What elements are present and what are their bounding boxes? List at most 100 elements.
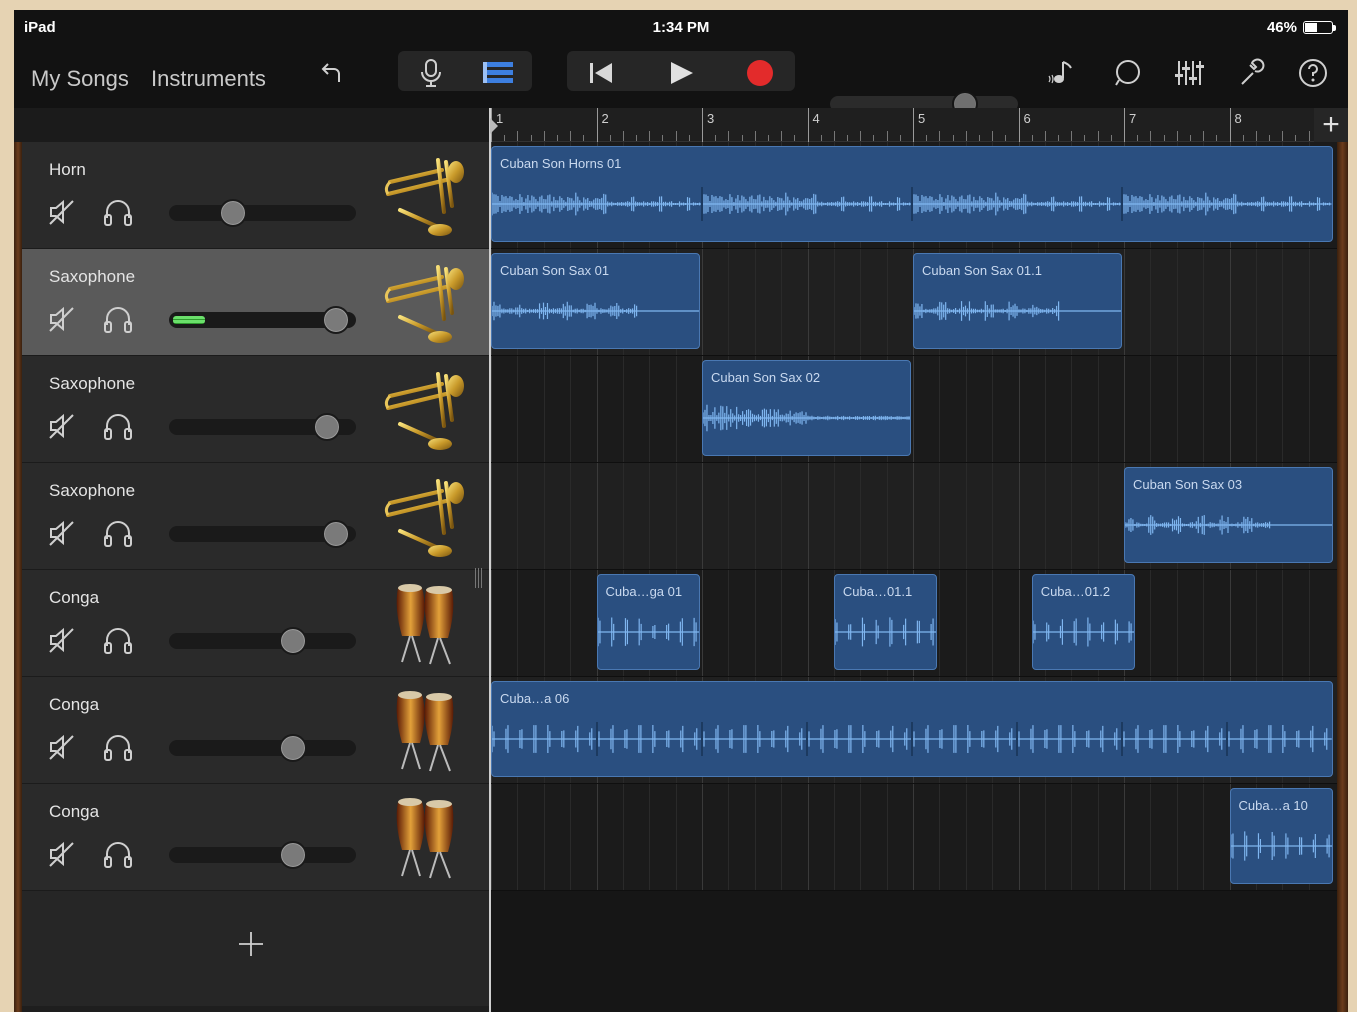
brass-icon[interactable] xyxy=(380,257,470,347)
track-volume-knob[interactable] xyxy=(279,734,308,762)
track-lane[interactable]: Cuban Son Sax 03 xyxy=(489,463,1337,570)
bar-line xyxy=(702,108,703,142)
headphones-icon[interactable] xyxy=(102,838,134,870)
track-volume-slider[interactable] xyxy=(169,199,356,227)
add-track-button[interactable] xyxy=(236,929,266,959)
status-bar: iPad 1:34 PM 46% xyxy=(14,10,1348,44)
track-header-saxophone[interactable]: Saxophone xyxy=(22,249,489,356)
track-lane[interactable]: Cuban Son Horns 01 xyxy=(489,142,1337,249)
brass-icon[interactable] xyxy=(380,471,470,561)
conga-icon[interactable] xyxy=(380,685,470,775)
audio-region[interactable]: Cuba…a 10 xyxy=(1229,788,1333,884)
waveform xyxy=(492,722,1332,756)
track-lane[interactable]: Cuban Son Sax 01 Cuban Son Sax 01.1 xyxy=(489,249,1337,356)
mute-icon[interactable] xyxy=(47,304,77,334)
brass-icon[interactable] xyxy=(380,364,470,454)
playhead[interactable] xyxy=(489,108,498,1012)
region-name: Cuba…01.1 xyxy=(842,584,913,599)
track-header-conga[interactable]: Conga xyxy=(22,570,489,677)
garageband-window: iPad 1:34 PM 46% My Songs Instruments Ho… xyxy=(14,10,1348,1012)
audio-region[interactable]: Cuban Son Sax 01 xyxy=(491,253,700,349)
mute-icon[interactable] xyxy=(47,625,77,655)
track-header-saxophone[interactable]: Saxophone xyxy=(22,356,489,463)
track-volume-slider[interactable] xyxy=(169,627,356,655)
track-volume-knob[interactable] xyxy=(322,306,351,334)
waveform xyxy=(492,301,699,321)
track-volume-knob[interactable] xyxy=(322,520,351,548)
headphones-icon[interactable] xyxy=(102,410,134,442)
mute-icon[interactable] xyxy=(47,518,77,548)
bar-line xyxy=(1124,108,1125,142)
track-header-horn[interactable]: Horn xyxy=(22,142,489,249)
track-volume-slider[interactable] xyxy=(169,520,356,548)
conga-icon[interactable] xyxy=(380,792,470,882)
waveform xyxy=(1032,617,1134,647)
track-name: Saxophone xyxy=(49,267,136,286)
header-resize-handle[interactable] xyxy=(475,568,483,588)
track-lane[interactable]: Cuba…ga 01 Cuba…01.1 Cuba…01.2 xyxy=(489,570,1337,677)
plus-icon: + xyxy=(1322,108,1340,141)
settings-wrench-icon[interactable] xyxy=(1236,56,1270,90)
bar-line xyxy=(807,108,809,142)
audio-region[interactable]: Cuban Son Sax 01.1 xyxy=(913,253,1122,349)
audio-region[interactable]: Cuban Son Sax 02 xyxy=(702,360,911,456)
play-icon[interactable] xyxy=(664,56,698,90)
track-volume-slider[interactable] xyxy=(169,841,356,869)
headphones-icon[interactable] xyxy=(102,731,134,763)
track-volume-knob[interactable] xyxy=(279,841,308,869)
microphone-icon[interactable] xyxy=(414,56,448,90)
headphones-icon[interactable] xyxy=(102,303,134,335)
mute-icon[interactable] xyxy=(47,411,77,441)
track-header-conga[interactable]: Conga xyxy=(22,784,489,891)
track-volume-slider[interactable] xyxy=(169,413,356,441)
track-volume-knob[interactable] xyxy=(279,627,308,655)
loop-icon[interactable] xyxy=(1111,56,1145,90)
help-icon[interactable] xyxy=(1296,56,1330,90)
audio-region[interactable]: Cuba…01.2 xyxy=(1031,574,1136,670)
headphones-icon[interactable] xyxy=(102,517,134,549)
track-name: Horn xyxy=(49,160,86,179)
note-icon[interactable] xyxy=(1045,56,1079,90)
headphones-icon[interactable] xyxy=(102,624,134,656)
bar-number: 6 xyxy=(1023,111,1031,126)
tracks-view-icon[interactable] xyxy=(480,56,516,90)
mute-icon[interactable] xyxy=(47,732,77,762)
track-volume-knob[interactable] xyxy=(313,413,342,441)
mixer-icon[interactable] xyxy=(1172,56,1208,90)
mute-icon[interactable] xyxy=(47,839,77,869)
audio-region[interactable]: Cuba…01.1 xyxy=(833,574,938,670)
region-name: Cuba…a 10 xyxy=(1238,798,1308,813)
audio-region[interactable]: Cuban Son Horns 01 xyxy=(491,146,1333,242)
track-lane[interactable]: Cuba…a 06 xyxy=(489,677,1337,784)
bar-number: 3 xyxy=(707,111,715,126)
record-icon[interactable] xyxy=(743,56,777,90)
track-volume-slider[interactable] xyxy=(169,306,356,334)
audio-region[interactable]: Cuban Son Sax 03 xyxy=(1124,467,1333,563)
track-list: Horn Saxophone Saxophone Saxophone Conga… xyxy=(22,142,489,1006)
track-volume-slider[interactable] xyxy=(169,734,356,762)
track-lane[interactable]: Cuba…a 10 xyxy=(489,784,1337,891)
track-header-saxophone[interactable]: Saxophone xyxy=(22,463,489,570)
level-meter xyxy=(173,316,205,324)
brass-icon[interactable] xyxy=(380,150,470,240)
track-header-conga[interactable]: Conga xyxy=(22,677,489,784)
region-name: Cuba…ga 01 xyxy=(605,584,683,599)
bar-number: 2 xyxy=(601,111,609,126)
waveform xyxy=(703,404,910,432)
bar-line xyxy=(596,108,598,142)
track-volume-knob[interactable] xyxy=(219,199,248,227)
audio-region[interactable]: Cuba…ga 01 xyxy=(596,574,700,670)
bar-ruler[interactable]: 12345678 xyxy=(489,108,1348,142)
add-section-button[interactable]: + xyxy=(1314,108,1348,142)
bar-number: 7 xyxy=(1129,111,1137,126)
conga-icon[interactable] xyxy=(380,578,470,668)
instruments-button[interactable]: Instruments xyxy=(151,66,266,92)
mute-icon[interactable] xyxy=(47,197,77,227)
go-to-beginning-icon[interactable] xyxy=(584,56,618,90)
undo-icon[interactable] xyxy=(316,56,348,88)
track-name: Conga xyxy=(49,802,100,821)
track-lane[interactable]: Cuban Son Sax 02 xyxy=(489,356,1337,463)
my-songs-button[interactable]: My Songs xyxy=(31,66,129,92)
audio-region[interactable]: Cuba…a 06 xyxy=(491,681,1333,777)
headphones-icon[interactable] xyxy=(102,196,134,228)
